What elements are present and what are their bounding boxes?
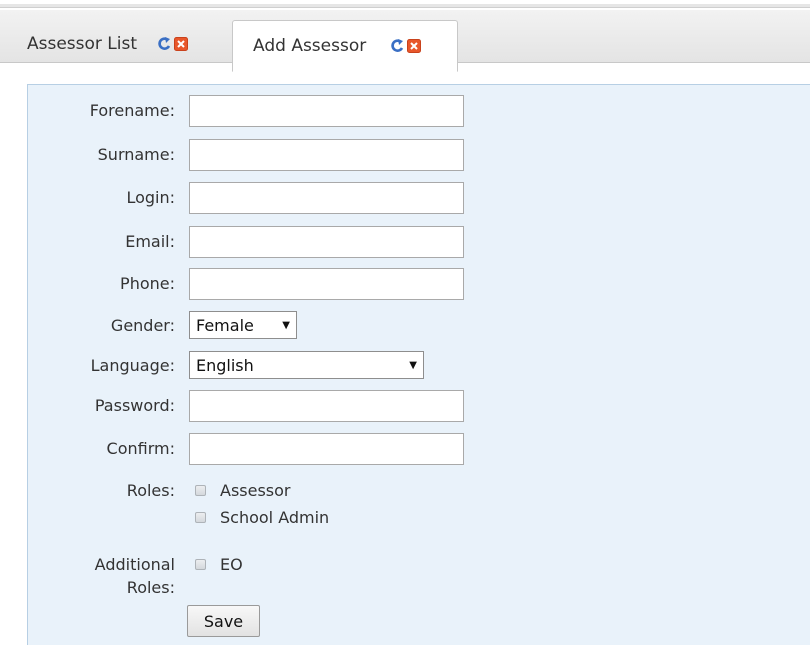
login-label: Login: — [126, 188, 175, 207]
language-select[interactable]: English ▼ — [189, 351, 424, 379]
tab-assessor-list[interactable]: Assessor List — [0, 18, 232, 70]
additional-roles-label-line1: Additional — [94, 555, 175, 574]
school-admin-checkbox[interactable] — [195, 512, 206, 523]
roles-label: Roles: — [126, 481, 175, 500]
role-option-school-admin[interactable]: School Admin — [195, 508, 329, 527]
eo-checkbox-label: EO — [220, 555, 243, 574]
add-assessor-form: Forename: Surname: Login: Email: Phone: … — [27, 84, 810, 645]
role-option-eo[interactable]: EO — [195, 555, 243, 574]
tab-label: Add Assessor — [253, 36, 367, 56]
tab-label: Assessor List — [27, 34, 138, 54]
role-option-assessor[interactable]: Assessor — [195, 481, 291, 500]
phone-label: Phone: — [120, 274, 175, 293]
additional-roles-label: Additional Roles: — [95, 553, 175, 599]
email-input[interactable] — [189, 226, 464, 258]
assessor-checkbox[interactable] — [195, 485, 206, 496]
eo-checkbox[interactable] — [195, 559, 206, 570]
dropdown-arrow-icon: ▼ — [282, 319, 290, 331]
save-button[interactable]: Save — [187, 605, 260, 637]
tab-add-assessor[interactable]: Add Assessor — [232, 20, 458, 72]
school-admin-checkbox-label: School Admin — [220, 508, 330, 527]
gender-label: Gender: — [110, 316, 175, 335]
gender-select[interactable]: Female ▼ — [189, 311, 297, 339]
additional-roles-label-line2: Roles: — [126, 578, 175, 597]
refresh-icon[interactable] — [390, 38, 404, 54]
dropdown-arrow-icon: ▼ — [409, 359, 417, 371]
gender-selected-value: Female — [196, 315, 254, 335]
assessor-checkbox-label: Assessor — [220, 481, 291, 500]
refresh-icon[interactable] — [157, 36, 171, 52]
surname-input[interactable] — [189, 139, 464, 171]
confirm-input[interactable] — [189, 433, 464, 465]
close-icon[interactable] — [174, 37, 189, 51]
forename-input[interactable] — [189, 95, 464, 127]
top-rule — [0, 4, 810, 8]
password-input[interactable] — [189, 390, 464, 422]
email-label: Email: — [125, 232, 175, 251]
phone-input[interactable] — [189, 268, 464, 300]
login-input[interactable] — [189, 182, 464, 214]
password-label: Password: — [94, 396, 175, 415]
surname-label: Surname: — [97, 145, 175, 164]
tab-bar: Assessor List Add Assessor — [0, 10, 810, 72]
language-selected-value: English — [196, 355, 254, 375]
confirm-label: Confirm: — [106, 439, 175, 458]
close-icon[interactable] — [407, 39, 422, 53]
language-label: Language: — [90, 356, 175, 375]
forename-label: Forename: — [89, 101, 175, 120]
